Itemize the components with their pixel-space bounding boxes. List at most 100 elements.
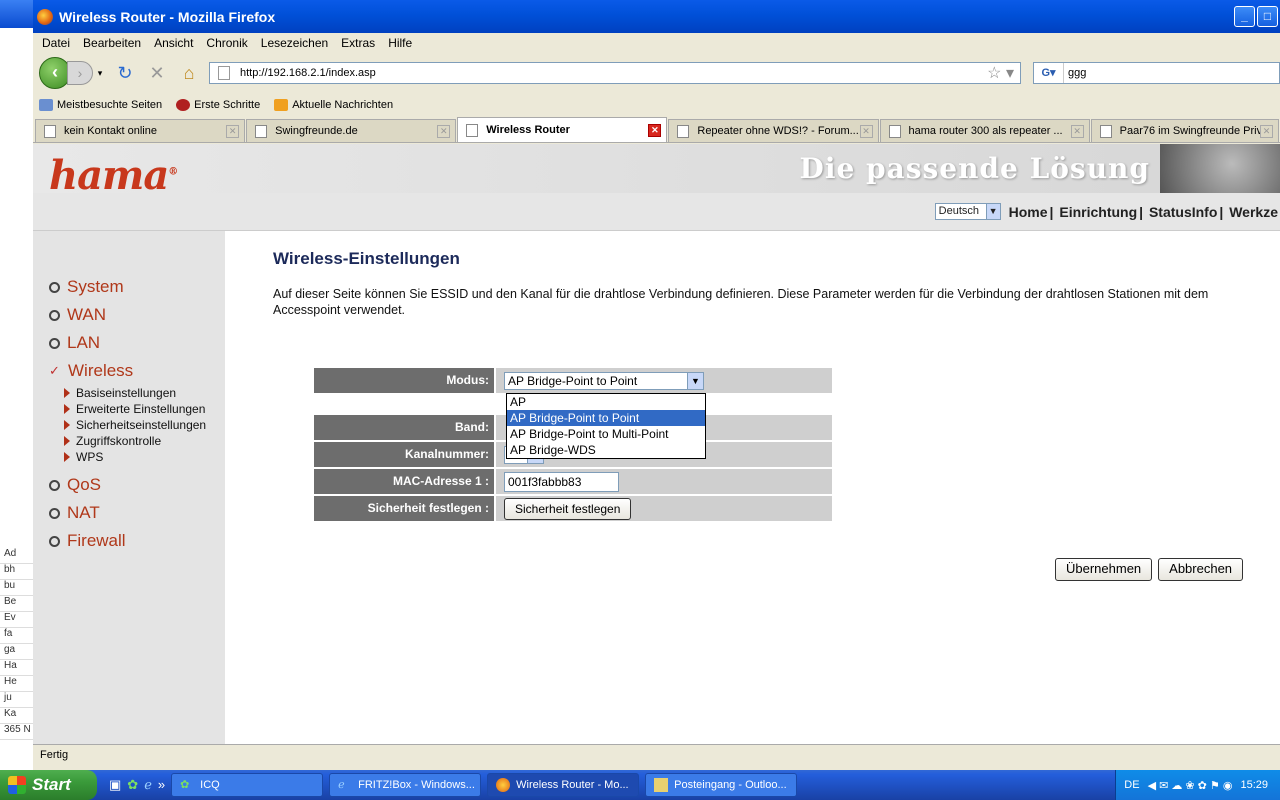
sidebar-item-qos[interactable]: QoS	[33, 471, 225, 499]
bookmark-aktuelle-nachrichten[interactable]: Aktuelle Nachrichten	[274, 99, 393, 111]
sicherheit-label: Sicherheit festlegen :	[314, 496, 494, 521]
sidebar-item-wan[interactable]: WAN	[33, 301, 225, 329]
reload-icon[interactable]: ↻	[113, 61, 137, 85]
chevron-down-icon[interactable]: ▼	[687, 372, 703, 389]
minimize-button[interactable]: _	[1234, 6, 1255, 27]
mac-input[interactable]: 001f3fabbb83	[504, 471, 619, 492]
apply-button[interactable]: Übernehmen	[1055, 558, 1153, 581]
ie-icon[interactable]: ℯ	[144, 777, 152, 793]
chevron-down-icon: ▼	[985, 204, 1000, 219]
close-icon[interactable]: ✕	[859, 124, 873, 138]
bookmark-meistbesucht[interactable]: Meistbesuchte Seiten	[39, 99, 162, 111]
nav-einrichtung[interactable]: Einrichtung	[1059, 204, 1137, 220]
close-icon[interactable]: ✕	[437, 124, 451, 138]
globe-image	[1160, 144, 1280, 193]
sidebar-sub-erweitert[interactable]: Erweiterte Einstellungen	[33, 401, 225, 417]
tab-bar: kein Kontakt online ✕ Swingfreunde.de ✕ …	[33, 117, 1280, 143]
menu-bearbeiten[interactable]: Bearbeiten	[78, 36, 149, 50]
firefox-icon	[496, 778, 511, 792]
tab-hama-repeater[interactable]: hama router 300 als repeater ... ✕	[879, 119, 1090, 142]
radio-icon	[49, 309, 60, 321]
window-title: Wireless Router - Mozilla Firefox	[59, 8, 276, 25]
modus-option-selected[interactable]: AP Bridge-Point to Point	[507, 410, 705, 426]
more-chevron-icon[interactable]: »	[158, 777, 165, 793]
google-icon[interactable]: G▾	[1034, 63, 1064, 83]
sidebar-sub-sicherheit[interactable]: Sicherheitseinstellungen	[33, 417, 225, 433]
modus-label: Modus:	[314, 368, 494, 393]
stop-icon[interactable]: ✕	[145, 61, 169, 85]
forward-button[interactable]: ›	[67, 61, 93, 85]
nav-home[interactable]: Home	[1009, 204, 1048, 220]
radio-icon	[49, 337, 60, 349]
firefox-bookmark-icon	[176, 99, 191, 111]
form-actions: Übernehmen Abbrechen	[1055, 558, 1244, 581]
quicklaunch-icon[interactable]: ▣	[109, 777, 121, 793]
language-select[interactable]: Deutsch ▼	[934, 203, 1001, 220]
sidebar-item-nat[interactable]: NAT	[33, 499, 225, 527]
close-icon[interactable]: ✕	[1070, 124, 1084, 138]
task-fritzbox[interactable]: ℯ FRITZ!Box - Windows...	[329, 773, 482, 797]
task-wireless-router[interactable]: Wireless Router - Mo...	[487, 773, 640, 797]
menu-lesezeichen[interactable]: Lesezeichen	[256, 36, 336, 50]
folder-icon	[39, 99, 53, 111]
tray-icons[interactable]: ◀ ✉ ☁ ❀ ✿ ⚑ ◉	[1148, 779, 1233, 792]
clock[interactable]: 15:29	[1240, 779, 1268, 791]
bookmark-star-icon[interactable]: ☆ ▾	[987, 63, 1020, 83]
tab-paar76[interactable]: Paar76 im Swingfreunde Privat... ✕	[1090, 119, 1279, 142]
nav-werkzeuge[interactable]: Werkze	[1229, 204, 1278, 220]
taskbar: Start ▣ ✿ ℯ » ✿ ICQ ℯ FRITZ!Box - Window…	[0, 770, 1280, 800]
search-bar[interactable]: G▾ ggg	[1033, 62, 1280, 84]
menu-ansicht[interactable]: Ansicht	[149, 36, 201, 50]
firefox-icon	[37, 8, 53, 25]
sidebar-sub-wps[interactable]: WPS	[33, 449, 225, 465]
modus-option[interactable]: AP Bridge-Point to Multi-Point	[507, 426, 705, 442]
modus-dropdown-list: AP AP Bridge-Point to Point AP Bridge-Po…	[506, 393, 706, 459]
menu-datei[interactable]: Datei	[37, 36, 78, 50]
nav-statusinfo[interactable]: StatusInfo	[1149, 204, 1217, 220]
form-row-sicherheit: Sicherheit festlegen : Sicherheit festle…	[314, 496, 832, 521]
firefox-window: Wireless Router - Mozilla Firefox _ □ Da…	[33, 0, 1280, 770]
modus-select[interactable]: AP Bridge-Point to Point ▼	[504, 371, 704, 390]
form-row-mac: MAC-Adresse 1 : 001f3fabbb83	[314, 469, 832, 494]
menu-chronik[interactable]: Chronik	[201, 36, 255, 50]
sidebar-item-system[interactable]: System	[33, 273, 225, 301]
menu-extras[interactable]: Extras	[336, 36, 383, 50]
icq-flower-icon[interactable]: ✿	[127, 777, 138, 793]
sidebar-sub-basis[interactable]: Basiseinstellungen	[33, 385, 225, 401]
tab-icon	[1099, 124, 1112, 138]
tab-repeater-forum[interactable]: Repeater ohne WDS!? - Forum... ✕	[668, 119, 879, 142]
close-icon[interactable]: ✕	[648, 123, 662, 137]
sidebar-sub-zugriff[interactable]: Zugriffskontrolle	[33, 433, 225, 449]
radio-icon	[49, 281, 60, 293]
bookmark-erste-schritte[interactable]: Erste Schritte	[176, 99, 260, 111]
tab-kein-kontakt[interactable]: kein Kontakt online ✕	[35, 119, 246, 142]
icq-icon: ✿	[180, 779, 190, 791]
tab-icon	[44, 124, 56, 138]
page-title: Wireless-Einstellungen	[273, 249, 460, 268]
tab-swingfreunde[interactable]: Swingfreunde.de ✕	[246, 119, 457, 142]
home-icon[interactable]: ⌂	[177, 61, 201, 85]
bookmarks-toolbar: Meistbesuchte Seiten Erste Schritte Aktu…	[33, 93, 1280, 117]
url-bar[interactable]: http://192.168.2.1/index.asp ☆ ▾	[209, 62, 1021, 84]
close-icon[interactable]: ✕	[1259, 124, 1273, 138]
history-dropdown-icon[interactable]: ▾	[95, 61, 105, 85]
task-outlook[interactable]: Posteingang - Outloo...	[645, 773, 798, 797]
sidebar-item-lan[interactable]: LAN	[33, 329, 225, 357]
maximize-button[interactable]: □	[1257, 6, 1278, 27]
cancel-button[interactable]: Abbrechen	[1158, 558, 1244, 581]
menu-hilfe[interactable]: Hilfe	[383, 36, 420, 50]
close-icon[interactable]: ✕	[226, 124, 240, 138]
page-content: hama® Die passende Lösung Deutsch ▼ Home…	[33, 144, 1280, 744]
check-icon: ✓	[49, 363, 60, 378]
modus-option[interactable]: AP	[507, 394, 705, 410]
tab-wireless-router[interactable]: Wireless Router ✕	[457, 117, 668, 142]
start-button[interactable]: Start	[0, 770, 97, 800]
sidebar-item-firewall[interactable]: Firewall	[33, 527, 225, 555]
windows-logo-icon	[8, 776, 26, 794]
modus-option[interactable]: AP Bridge-WDS	[507, 442, 705, 458]
language-indicator[interactable]: DE	[1124, 779, 1139, 791]
sicherheit-button[interactable]: Sicherheit festlegen	[504, 497, 632, 520]
page-icon	[218, 66, 230, 80]
task-icq[interactable]: ✿ ICQ	[171, 773, 324, 797]
sidebar-item-wireless[interactable]: ✓ Wireless	[33, 357, 225, 385]
